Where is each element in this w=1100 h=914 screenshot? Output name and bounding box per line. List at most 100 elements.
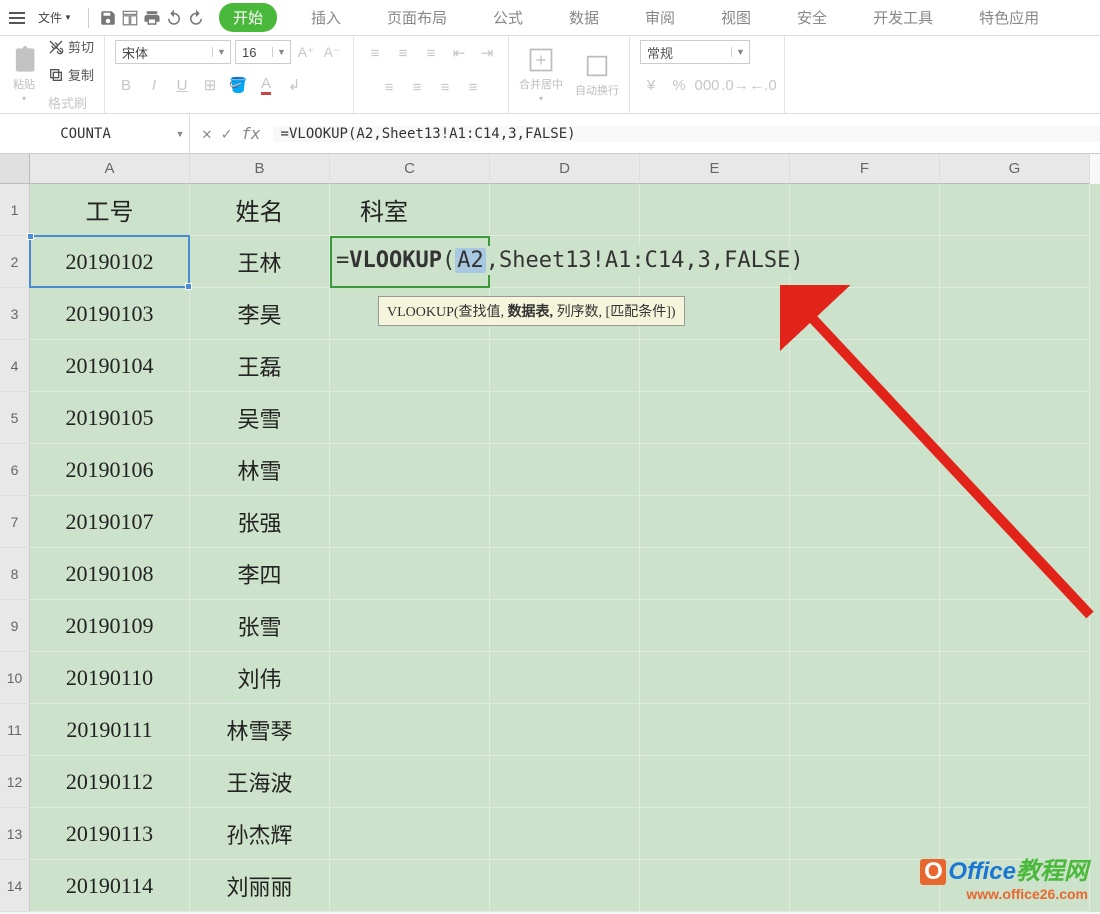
cell[interactable] xyxy=(940,548,1090,600)
cell[interactable] xyxy=(640,444,790,496)
percent-button[interactable]: % xyxy=(668,74,690,96)
cell[interactable] xyxy=(490,444,640,496)
cell[interactable] xyxy=(790,704,940,756)
fx-button[interactable]: fx xyxy=(241,124,260,143)
cell[interactable]: 20190107 xyxy=(30,496,190,548)
redo-icon[interactable] xyxy=(187,9,205,27)
col-header[interactable]: B xyxy=(190,154,330,184)
wrap-button[interactable]: ↲ xyxy=(283,74,305,96)
cell[interactable]: 20190114 xyxy=(30,860,190,912)
cell[interactable] xyxy=(640,756,790,808)
col-header[interactable]: A xyxy=(30,154,190,184)
hamburger-icon[interactable] xyxy=(6,7,28,29)
cell[interactable]: 林雪 xyxy=(190,444,330,496)
align-center-button[interactable]: ≡ xyxy=(406,76,428,98)
cell[interactable] xyxy=(640,340,790,392)
cell[interactable] xyxy=(790,184,940,236)
cell[interactable] xyxy=(330,808,490,860)
cell[interactable] xyxy=(790,808,940,860)
number-format-select[interactable]: 常规▼ xyxy=(640,40,750,64)
merge-button[interactable]: 合并居中▾ xyxy=(519,46,563,103)
cell[interactable] xyxy=(490,808,640,860)
currency-button[interactable]: ¥ xyxy=(640,74,662,96)
cell[interactable] xyxy=(790,236,940,288)
cell[interactable] xyxy=(790,756,940,808)
cell[interactable]: 李四 xyxy=(190,548,330,600)
cell[interactable]: 20190111 xyxy=(30,704,190,756)
cell[interactable] xyxy=(330,340,490,392)
cell[interactable]: 20190113 xyxy=(30,808,190,860)
cell[interactable]: 孙杰辉 xyxy=(190,808,330,860)
selection-handle-icon[interactable] xyxy=(27,233,34,240)
row-header[interactable]: 12 xyxy=(0,756,30,808)
fill-color-button[interactable]: 🪣 xyxy=(227,74,249,96)
tab-layout[interactable]: 页面布局 xyxy=(375,3,459,32)
cell[interactable] xyxy=(330,392,490,444)
cell[interactable] xyxy=(490,340,640,392)
cell[interactable] xyxy=(490,392,640,444)
comma-button[interactable]: 000 xyxy=(696,74,718,96)
cell[interactable]: 20190104 xyxy=(30,340,190,392)
tab-data[interactable]: 数据 xyxy=(557,3,611,32)
cell[interactable]: 王磊 xyxy=(190,340,330,392)
cell[interactable]: 姓名 xyxy=(190,184,330,236)
cell[interactable]: 张强 xyxy=(190,496,330,548)
cell[interactable] xyxy=(940,704,1090,756)
cell[interactable]: 20190112 xyxy=(30,756,190,808)
row-header[interactable]: 8 xyxy=(0,548,30,600)
cell[interactable] xyxy=(940,496,1090,548)
tab-security[interactable]: 安全 xyxy=(785,3,839,32)
cell[interactable] xyxy=(640,496,790,548)
row-header[interactable]: 6 xyxy=(0,444,30,496)
col-header[interactable]: C xyxy=(330,154,490,184)
tab-view[interactable]: 视图 xyxy=(709,3,763,32)
chevron-down-icon[interactable]: ▼ xyxy=(171,129,189,139)
row-header[interactable]: 10 xyxy=(0,652,30,704)
cell[interactable]: 张雪 xyxy=(190,600,330,652)
cell[interactable] xyxy=(490,548,640,600)
cell[interactable] xyxy=(640,548,790,600)
border-button[interactable]: ⊞ xyxy=(199,74,221,96)
tab-dev[interactable]: 开发工具 xyxy=(861,3,945,32)
cell[interactable] xyxy=(790,340,940,392)
cell[interactable] xyxy=(640,808,790,860)
cut-button[interactable]: 剪切 xyxy=(48,36,94,58)
file-menu[interactable]: 文件 ▼ xyxy=(32,7,78,28)
cell-editing[interactable]: =VLOOKUP(A2,Sheet13!A1:C14,3,FALSE) VLOO… xyxy=(330,236,490,288)
cell[interactable] xyxy=(790,548,940,600)
formula-inline[interactable]: =VLOOKUP(A2,Sheet13!A1:C14,3,FALSE) xyxy=(332,246,808,275)
cell[interactable] xyxy=(640,184,790,236)
row-header[interactable]: 13 xyxy=(0,808,30,860)
cell[interactable] xyxy=(790,652,940,704)
copy-button[interactable]: 复制 xyxy=(48,64,94,86)
print-icon[interactable] xyxy=(143,9,161,27)
decrease-font-button[interactable]: A⁻ xyxy=(321,41,343,63)
cell[interactable] xyxy=(940,340,1090,392)
format-painter-button[interactable]: 格式刷 xyxy=(48,92,94,114)
cell[interactable] xyxy=(790,860,940,912)
decimal-inc-button[interactable]: .0→ xyxy=(724,74,746,96)
formula-input[interactable]: =VLOOKUP(A2,Sheet13!A1:C14,3,FALSE) xyxy=(273,126,1100,142)
cell[interactable] xyxy=(940,236,1090,288)
cell[interactable] xyxy=(330,444,490,496)
col-header[interactable]: E xyxy=(640,154,790,184)
cell[interactable] xyxy=(490,756,640,808)
indent-inc-button[interactable]: ⇥ xyxy=(476,42,498,64)
cell[interactable] xyxy=(490,652,640,704)
cell[interactable] xyxy=(640,860,790,912)
cell[interactable]: 20190108 xyxy=(30,548,190,600)
cell[interactable] xyxy=(940,756,1090,808)
cell[interactable] xyxy=(940,288,1090,340)
cell[interactable]: 20190109 xyxy=(30,600,190,652)
cell[interactable] xyxy=(640,600,790,652)
cell[interactable] xyxy=(790,444,940,496)
font-name-select[interactable]: 宋体▼ xyxy=(115,40,231,64)
cell[interactable] xyxy=(940,652,1090,704)
undo-icon[interactable] xyxy=(165,9,183,27)
cell[interactable] xyxy=(330,704,490,756)
cell[interactable]: 刘丽丽 xyxy=(190,860,330,912)
font-size-select[interactable]: 16▼ xyxy=(235,40,291,64)
cell[interactable] xyxy=(640,652,790,704)
cell[interactable] xyxy=(490,600,640,652)
selection-handle-icon[interactable] xyxy=(185,283,192,290)
